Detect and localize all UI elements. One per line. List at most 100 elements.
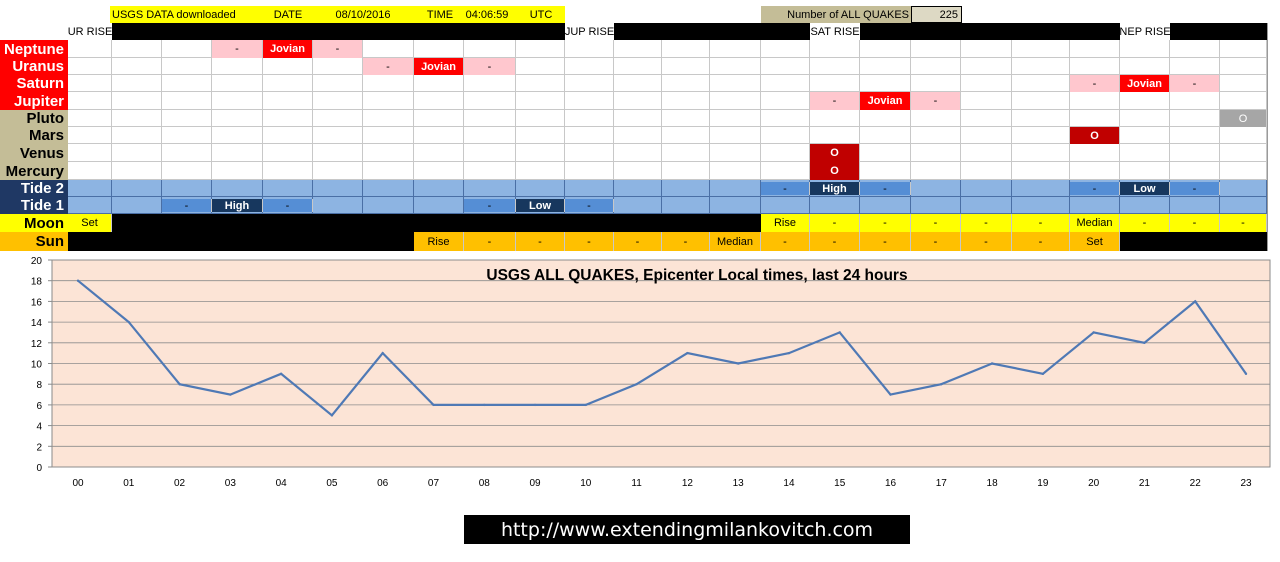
y-tick-label: 16 xyxy=(31,297,43,308)
cell-rise: Rise xyxy=(761,214,810,232)
grid-cell xyxy=(313,214,363,232)
cell-rise: Rise xyxy=(414,232,464,251)
row-label-moon: Moon xyxy=(0,214,68,232)
grid-cell xyxy=(162,92,212,110)
grid-cell xyxy=(516,214,565,232)
row-label-mars: Mars xyxy=(0,127,68,144)
grid-cell xyxy=(565,40,614,58)
grid-cell xyxy=(313,58,363,75)
grid-cell xyxy=(911,110,961,127)
grid-cell xyxy=(162,162,212,180)
grid-cell xyxy=(1220,40,1267,58)
x-tick-label: 07 xyxy=(428,478,440,489)
grid-cell xyxy=(162,58,212,75)
x-tick-label: 21 xyxy=(1139,478,1151,489)
grid-cell xyxy=(1170,144,1220,162)
grid-cell xyxy=(710,144,761,162)
chart-area: 0 2 4 6 8 10 12 14 16 18 20 00 01 02 03 04 05 06 07 08 09 10… xyxy=(0,252,1280,510)
grid-cell xyxy=(961,162,1012,180)
grid-cell xyxy=(614,214,662,232)
grid-cell xyxy=(263,144,313,162)
ur-rise-label: UR RISE xyxy=(68,23,112,40)
cell-dash: - xyxy=(662,232,710,251)
data-point xyxy=(940,383,943,386)
grid-cell xyxy=(1012,58,1070,75)
footer-url[interactable]: http://www.extendingmilankovitch.com xyxy=(464,515,910,544)
sat-rise-label: SAT RISE xyxy=(810,23,860,40)
grid-cell xyxy=(961,110,1012,127)
grid-cell xyxy=(810,110,860,127)
grid-cell xyxy=(810,58,860,75)
cell-dash: - xyxy=(860,182,911,195)
grid-cell xyxy=(363,214,414,232)
row-label-venus: Venus xyxy=(0,144,68,162)
x-tick-label: 04 xyxy=(276,478,288,489)
grid-cell xyxy=(263,58,313,75)
x-tick-label: 14 xyxy=(783,478,795,489)
y-tick-label: 6 xyxy=(36,401,42,412)
grid-cell xyxy=(162,214,212,232)
grid-cell xyxy=(1170,197,1220,214)
grid-cell xyxy=(212,110,263,127)
grid-cell xyxy=(710,75,761,92)
time-value: 04:06:59 xyxy=(465,8,509,21)
grid-cell xyxy=(516,110,565,127)
grid-cell xyxy=(662,75,710,92)
grid-cell xyxy=(1120,127,1170,144)
grid-cell xyxy=(112,232,162,251)
grid-cell xyxy=(662,127,710,144)
grid-cell xyxy=(1120,197,1170,214)
grid-cell xyxy=(414,144,464,162)
cell-high: High xyxy=(212,199,263,212)
cell-o: O xyxy=(810,162,860,180)
grid-cell xyxy=(662,214,710,232)
cell-dash: - xyxy=(1170,182,1220,195)
grid-cell xyxy=(162,75,212,92)
grid-cell xyxy=(1220,197,1267,214)
x-tick-label: 18 xyxy=(987,478,999,489)
grid-cell xyxy=(414,214,464,232)
data-point xyxy=(787,351,791,355)
grid-cell xyxy=(911,144,961,162)
x-tick-label: 19 xyxy=(1037,478,1049,489)
grid-cell xyxy=(565,144,614,162)
date-label: DATE xyxy=(273,8,303,21)
x-tick-label: 16 xyxy=(885,478,897,489)
x-tick-label: 06 xyxy=(377,478,389,489)
data-point xyxy=(686,351,689,355)
grid-cell xyxy=(162,40,212,58)
grid-cell xyxy=(761,197,810,214)
grid-cell xyxy=(662,144,710,162)
grid-cell xyxy=(68,127,112,144)
nep-rise-label: NEP RISE xyxy=(1120,23,1170,40)
grid-cell xyxy=(961,144,1012,162)
cell-low: Low xyxy=(1120,182,1170,195)
grid-cell xyxy=(860,58,911,75)
row-label-sun: Sun xyxy=(0,232,68,251)
grid-cell xyxy=(464,92,516,110)
grid-cell xyxy=(1120,232,1170,251)
grid-cell xyxy=(810,40,860,58)
grid-cell xyxy=(565,162,614,180)
grid-cell xyxy=(761,58,810,75)
grid-cell xyxy=(212,127,263,144)
grid-cell xyxy=(761,75,810,92)
quake-line-chart: 02468101214161820 00 01 02 03 04 05 06 07 08 09 10… xyxy=(31,256,1271,489)
x-tick-label: 20 xyxy=(1088,478,1100,489)
grid-cell xyxy=(313,232,363,251)
grid-cell xyxy=(1170,58,1220,75)
grid-cell xyxy=(1012,162,1070,180)
grid-cell xyxy=(961,40,1012,58)
jup-rise-label: JUP RISE xyxy=(565,23,614,40)
cell-dash: - xyxy=(1220,214,1267,232)
x-tick-label: 12 xyxy=(682,478,694,489)
grid-cell xyxy=(810,75,860,92)
grid-cell xyxy=(662,40,710,58)
grid-cell xyxy=(662,162,710,180)
grid-cell xyxy=(414,197,464,214)
data-point xyxy=(279,372,283,376)
data-point xyxy=(127,320,130,324)
grid-cell xyxy=(614,197,662,214)
y-tick-label: 14 xyxy=(31,318,43,329)
grid-cell xyxy=(162,110,212,127)
